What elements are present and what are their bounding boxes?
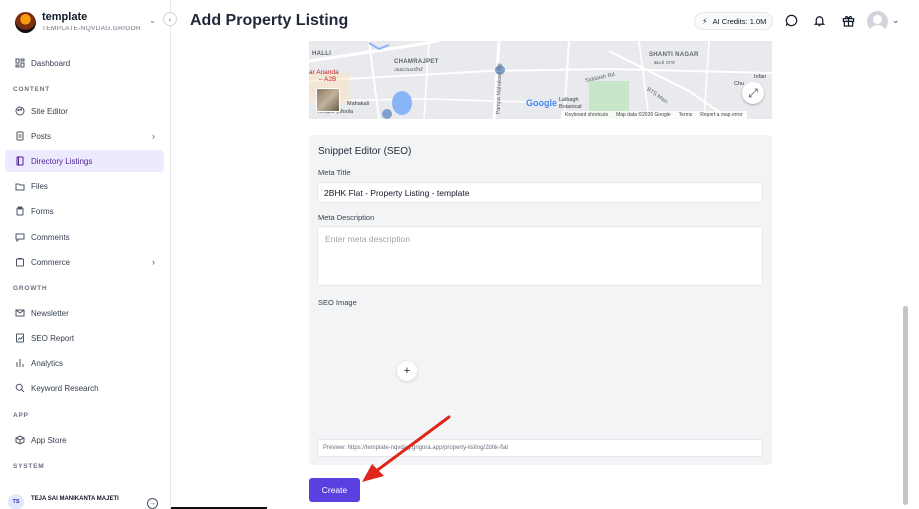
add-seo-image-button[interactable]: + bbox=[397, 361, 417, 381]
sidebar-item-dashboard[interactable]: Dashboard bbox=[5, 52, 164, 74]
site-logo bbox=[15, 11, 36, 33]
map-label-chamrajpet-kn: ಚಾಮರಾಜಪೇಟೆ bbox=[394, 67, 423, 73]
chat-icon[interactable] bbox=[784, 13, 798, 27]
sidebar-item-label: Forms bbox=[31, 206, 54, 216]
section-label-content: CONTENT bbox=[13, 86, 51, 93]
app-root: template TEMPLATE-NQVDAG.GRIGOR… ⌄ Dashb… bbox=[0, 0, 919, 509]
bar-chart-icon bbox=[14, 358, 25, 369]
chart-report-icon bbox=[14, 333, 25, 344]
map-terms[interactable]: Terms bbox=[679, 112, 693, 118]
user-profile[interactable]: TS TEJA SAI MANIKANTA MAJETI → bbox=[8, 494, 163, 509]
map-label-mahakali: Mahakali bbox=[347, 101, 370, 107]
create-button[interactable]: Create bbox=[309, 478, 360, 502]
chevron-down-icon[interactable]: ⌄ bbox=[892, 15, 900, 26]
box-icon bbox=[14, 435, 25, 446]
map-footer: Keyboard shortcuts Map data ©2026 Google… bbox=[561, 111, 747, 119]
bell-icon[interactable] bbox=[812, 13, 826, 27]
sidebar: template TEMPLATE-NQVDAG.GRIGOR… ⌄ Dashb… bbox=[0, 0, 171, 509]
seo-snippet-editor: Snippet Editor (SEO) Meta Title 2BHK Fla… bbox=[309, 135, 772, 465]
logout-icon[interactable]: → bbox=[147, 498, 158, 509]
sidebar-item-label: SEO Report bbox=[31, 333, 75, 343]
site-subdomain: TEMPLATE-NQVDAG.GRIGOR… bbox=[42, 25, 142, 32]
sidebar-item-site-editor[interactable]: Site Editor bbox=[5, 100, 164, 122]
avatar: TS bbox=[8, 494, 24, 509]
ai-credits-badge[interactable]: ⚡︎ AI Credits: 1.0M bbox=[694, 12, 773, 30]
map-data-credit: Map data ©2026 Google bbox=[616, 112, 671, 118]
sidebar-item-label: Newsletter bbox=[31, 308, 69, 318]
sidebar-item-analytics[interactable]: Analytics bbox=[5, 352, 164, 374]
sidebar-collapse-button[interactable]: ‹ bbox=[163, 12, 177, 26]
sidebar-item-label: Posts bbox=[31, 131, 52, 141]
sidebar-item-label: Files bbox=[31, 181, 48, 191]
profile-avatar[interactable] bbox=[867, 11, 888, 32]
map-poi-a2b[interactable]: – A2B bbox=[319, 76, 336, 83]
seo-section-title: Snippet Editor (SEO) bbox=[318, 146, 412, 157]
section-label-system: SYSTEM bbox=[13, 463, 45, 470]
google-logo: Google bbox=[526, 98, 557, 108]
site-switcher[interactable]: template TEMPLATE-NQVDAG.GRIGOR… ⌄ bbox=[15, 9, 165, 35]
ai-credits-label: AI Credits: 1.0M bbox=[712, 16, 767, 26]
sidebar-item-label: Analytics bbox=[31, 358, 64, 368]
document-icon bbox=[14, 131, 25, 142]
dashboard-icon bbox=[14, 58, 25, 69]
fullscreen-icon[interactable]: ⤢ bbox=[742, 82, 764, 104]
sidebar-item-app-store[interactable]: App Store bbox=[5, 429, 164, 451]
sidebar-item-label: Dashboard bbox=[31, 58, 71, 68]
sidebar-item-label: App Store bbox=[31, 435, 67, 445]
sidebar-item-keyword-research[interactable]: Keyword Research bbox=[5, 377, 164, 399]
map-street-view-thumbnail[interactable] bbox=[316, 88, 340, 112]
sidebar-item-label: Commerce bbox=[31, 257, 71, 267]
chevron-down-icon: ⌄ bbox=[149, 16, 156, 25]
map-label-shanti-nagar-kn: ಶಾಂತಿ ನಗರ bbox=[654, 60, 675, 66]
sidebar-item-posts[interactable]: Posts › bbox=[5, 125, 164, 147]
google-logo-text: Google bbox=[526, 98, 557, 108]
palette-icon bbox=[14, 106, 25, 117]
map-label-chur: Chu bbox=[734, 81, 745, 87]
meta-description-input[interactable]: Enter meta description bbox=[317, 226, 763, 286]
sidebar-item-newsletter[interactable]: Newsletter bbox=[5, 302, 164, 324]
sidebar-item-files[interactable]: Files bbox=[5, 175, 164, 197]
chevron-right-icon: › bbox=[152, 131, 155, 141]
section-label-growth: GROWTH bbox=[13, 285, 48, 292]
folder-icon bbox=[14, 181, 25, 192]
seo-preview-url: Preview: https://template-nqvdag.grigora… bbox=[317, 439, 763, 457]
meta-title-label: Meta Title bbox=[318, 168, 351, 177]
cart-icon bbox=[14, 257, 25, 268]
chevron-right-icon: › bbox=[152, 257, 155, 267]
map-poi-ananda[interactable]: ar Ananda bbox=[309, 69, 339, 76]
gift-icon[interactable] bbox=[841, 13, 855, 27]
map-label-chamrajpet: CHAMRAJPET bbox=[394, 59, 439, 65]
site-name: template bbox=[42, 10, 88, 23]
seo-image-label: SEO Image bbox=[318, 298, 357, 307]
sidebar-item-label: Keyword Research bbox=[31, 383, 99, 393]
map-label-infant: Infan bbox=[754, 74, 767, 80]
meta-title-input[interactable]: 2BHK Flat - Property Listing - template bbox=[317, 182, 763, 203]
map-label-lalbagh: Lalbagh bbox=[559, 97, 579, 103]
sidebar-item-directory-listings[interactable]: Directory Listings bbox=[5, 150, 164, 172]
magic-wand-icon: ⚡︎ bbox=[702, 16, 708, 26]
comment-icon bbox=[14, 232, 25, 243]
section-label-app: APP bbox=[13, 412, 29, 419]
sidebar-item-label: Site Editor bbox=[31, 106, 68, 116]
map-label-botanical: Botanical bbox=[559, 104, 582, 110]
map-label-halli: HALLI bbox=[312, 51, 332, 57]
sidebar-item-comments[interactable]: Comments bbox=[5, 226, 164, 248]
user-name: TEJA SAI MANIKANTA MAJETI bbox=[31, 496, 119, 502]
clipboard-icon bbox=[14, 206, 25, 217]
sidebar-item-label: Comments bbox=[31, 232, 70, 242]
map-keyboard-shortcuts[interactable]: Keyboard shortcuts bbox=[565, 112, 608, 118]
page-title: Add Property Listing bbox=[190, 12, 349, 29]
sidebar-item-commerce[interactable]: Commerce › bbox=[5, 251, 164, 273]
location-map[interactable]: HALLI CHAMRAJPET ಚಾಮರಾಜಪೇಟೆ SHANTI NAGAR… bbox=[309, 41, 772, 119]
map-label-shanti-nagar: SHANTI NAGAR bbox=[649, 52, 699, 58]
page-scrollbar[interactable] bbox=[903, 306, 908, 505]
sidebar-item-forms[interactable]: Forms bbox=[5, 200, 164, 222]
book-icon bbox=[14, 156, 25, 167]
mail-icon bbox=[14, 308, 25, 319]
meta-description-label: Meta Description bbox=[318, 213, 375, 222]
sidebar-item-label: Directory Listings bbox=[31, 156, 93, 166]
map-report-error[interactable]: Report a map error bbox=[700, 112, 742, 118]
search-icon bbox=[14, 383, 25, 394]
sidebar-item-seo-report[interactable]: SEO Report bbox=[5, 327, 164, 349]
